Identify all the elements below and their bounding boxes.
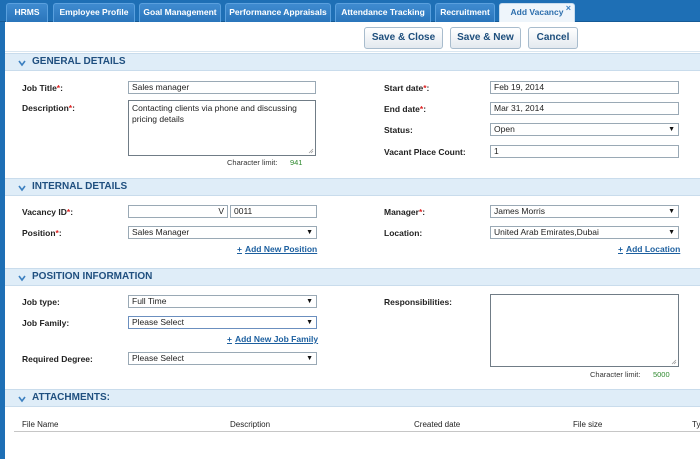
vacant-count-label: Vacant Place Count: [384,147,466,157]
add-location-link[interactable]: + Add Location [618,244,680,254]
description-label: Description*: [22,103,75,113]
manager-label: Manager*: [384,207,426,217]
status-label: Status: [384,125,413,135]
responsibilities-char-limit: Character limit: 5000 [590,370,670,379]
close-icon[interactable]: × [566,0,571,17]
chevron-down-icon [18,275,26,282]
manager-select[interactable]: James Morris ▼ [490,205,679,218]
section-general-details[interactable]: GENERAL DETAILS [5,53,700,71]
tab-label: Recruitment [440,7,490,17]
responsibilities-label: Responsibilities: [384,297,453,307]
end-date-input[interactable]: Mar 31, 2014 [490,102,679,115]
chevron-down-icon [18,396,26,403]
add-new-position-link[interactable]: + Add New Position [237,244,317,254]
vacancy-prefix-input[interactable]: V [128,205,228,218]
plus-icon: + [618,244,623,254]
job-title-input[interactable]: Sales manager [128,81,316,94]
column-header-file-name[interactable]: File Name [22,420,58,429]
position-select[interactable]: Sales Manager ▼ [128,226,317,239]
tab-label: Employee Profile [59,7,129,17]
end-date-label: End date*: [384,104,427,114]
tab-attendance-tracking[interactable]: Attendance Tracking [335,3,431,22]
vacant-count-input[interactable]: 1 [490,145,679,158]
required-degree-select[interactable]: Please Select ▼ [128,352,317,365]
location-select[interactable]: United Arab Emirates,Dubai ▼ [490,226,679,239]
description-textarea[interactable]: Contacting clients via phone and discuss… [128,100,316,156]
job-family-select[interactable]: Please Select ▼ [128,316,317,329]
vacancy-id-label: Vacancy ID*: [22,207,74,217]
status-select[interactable]: Open ▼ [490,123,679,136]
position-value: Sales Manager [132,227,190,237]
cancel-button[interactable]: Cancel [528,27,578,49]
section-title: INTERNAL DETAILS [32,181,128,192]
location-value: United Arab Emirates,Dubai [494,227,599,237]
dropdown-arrow-icon: ▼ [668,229,675,236]
dropdown-arrow-icon: ▼ [306,229,313,236]
table-header-divider [14,431,700,432]
tab-label: Add Vacancy [510,7,564,17]
section-title: ATTACHMENTS: [32,392,110,403]
column-header-description[interactable]: Description [230,420,270,429]
tab-employee-profile[interactable]: Employee Profile [53,3,135,22]
tab-label: HRMS [14,7,40,17]
job-type-value: Full Time [132,296,167,306]
dropdown-arrow-icon: ▼ [668,126,675,133]
position-label: Position*: [22,228,62,238]
job-type-select[interactable]: Full Time ▼ [128,295,317,308]
status-value: Open [494,124,515,134]
job-type-label: Job type: [22,297,60,307]
section-internal-details[interactable]: INTERNAL DETAILS [5,178,700,196]
dropdown-arrow-icon: ▼ [668,208,675,215]
column-header-file-size[interactable]: File size [573,420,602,429]
section-position-information[interactable]: POSITION INFORMATION [5,268,700,286]
tab-label: Goal Management [143,7,217,17]
chevron-down-icon [18,60,26,67]
job-family-label: Job Family: [22,318,70,328]
save-new-button[interactable]: Save & New [450,27,521,49]
start-date-input[interactable]: Feb 19, 2014 [490,81,679,94]
start-date-label: Start date*: [384,83,430,93]
vacancy-id-input[interactable]: 0011 [230,205,317,218]
tab-label: Attendance Tracking [341,7,425,17]
responsibilities-textarea[interactable] [490,294,679,367]
resize-grip-icon[interactable] [671,359,677,365]
manager-value: James Morris [494,206,546,216]
add-new-job-family-link[interactable]: + Add New Job Family [227,334,318,344]
plus-icon: + [227,334,232,344]
location-label: Location: [384,228,423,238]
tab-add-vacancy[interactable]: Add Vacancy × [499,3,575,22]
section-title: GENERAL DETAILS [32,56,126,67]
tab-recruitment[interactable]: Recruitment [435,3,495,22]
dropdown-arrow-icon: ▼ [306,319,313,326]
dropdown-arrow-icon: ▼ [306,355,313,362]
top-tab-bar: HRMS Employee Profile Goal Management Pe… [0,0,700,22]
column-header-type[interactable]: Ty [692,420,700,429]
job-family-value: Please Select [132,317,184,327]
tab-performance-appraisals[interactable]: Performance Appraisals [225,3,331,22]
tab-label: Performance Appraisals [229,7,327,17]
job-title-label: Job Title*: [22,83,63,93]
description-text: Contacting clients via phone and discuss… [132,103,297,124]
description-char-limit: Character limit: 941 [227,158,303,167]
resize-grip-icon[interactable] [308,148,314,154]
chevron-down-icon [18,185,26,192]
tab-hrms[interactable]: HRMS [6,3,48,22]
required-degree-label: Required Degree: [22,354,93,364]
section-attachments[interactable]: ATTACHMENTS: [5,389,700,407]
dropdown-arrow-icon: ▼ [306,298,313,305]
required-degree-value: Please Select [132,353,184,363]
section-title: POSITION INFORMATION [32,271,153,282]
action-toolbar [5,22,700,52]
tab-goal-management[interactable]: Goal Management [139,3,221,22]
save-close-button[interactable]: Save & Close [364,27,443,49]
plus-icon: + [237,244,242,254]
column-header-created-date[interactable]: Created date [414,420,460,429]
